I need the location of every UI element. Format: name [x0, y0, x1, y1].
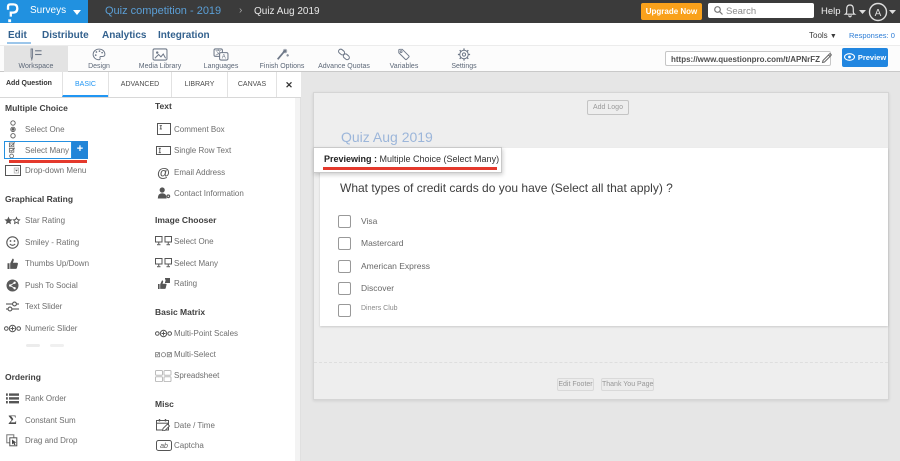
svg-text:A: A — [875, 8, 882, 19]
svg-text:ab: ab — [160, 443, 168, 450]
svg-text:A: A — [222, 55, 226, 61]
